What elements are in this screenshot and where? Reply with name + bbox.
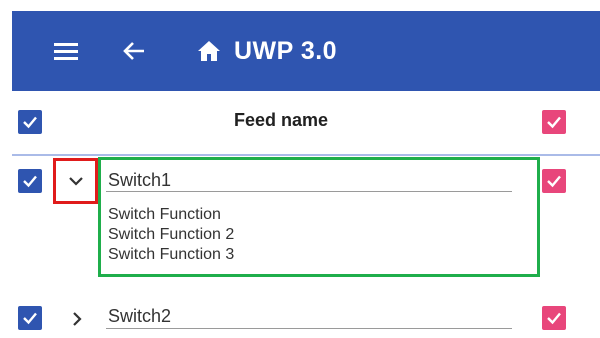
- checkmark-icon: [23, 175, 37, 188]
- function-item: Switch Function 2: [108, 226, 235, 243]
- feed-name-underline: [106, 191, 512, 192]
- row-checkbox-switch1[interactable]: [18, 169, 42, 193]
- row-checkbox-switch2[interactable]: [18, 306, 42, 330]
- app-bar: UWP 3.0: [12, 11, 600, 91]
- hamburger-menu-icon: [54, 43, 78, 60]
- checkmark-icon: [547, 116, 561, 129]
- function-item: Switch Function 3: [108, 246, 235, 263]
- expand-toggle-switch1[interactable]: [53, 158, 98, 204]
- home-icon: [198, 41, 220, 61]
- feed-name-switch2[interactable]: Switch2: [108, 306, 171, 327]
- header-divider: [12, 154, 600, 156]
- app-title: UWP 3.0: [234, 37, 338, 65]
- feed-name-switch1[interactable]: Switch1: [108, 170, 171, 191]
- expand-toggle-switch2[interactable]: [66, 308, 88, 330]
- header-action-checkbox[interactable]: [542, 110, 566, 134]
- chevron-right-icon: [73, 312, 82, 326]
- chevron-down-icon: [68, 177, 83, 186]
- checkmark-icon: [547, 175, 561, 188]
- menu-button[interactable]: [52, 11, 80, 91]
- row-action-checkbox-switch1[interactable]: [542, 169, 566, 193]
- function-item: Switch Function: [108, 206, 221, 223]
- home-button[interactable]: [196, 11, 222, 91]
- select-all-checkbox[interactable]: [18, 110, 42, 134]
- row-action-checkbox-switch2[interactable]: [542, 306, 566, 330]
- column-header-feed-name: Feed name: [234, 110, 329, 130]
- checkmark-icon: [23, 116, 37, 129]
- feed-name-underline: [106, 328, 512, 329]
- checkmark-icon: [547, 312, 561, 325]
- back-button[interactable]: [120, 11, 148, 91]
- arrow-left-icon: [123, 42, 144, 60]
- checkmark-icon: [23, 312, 37, 325]
